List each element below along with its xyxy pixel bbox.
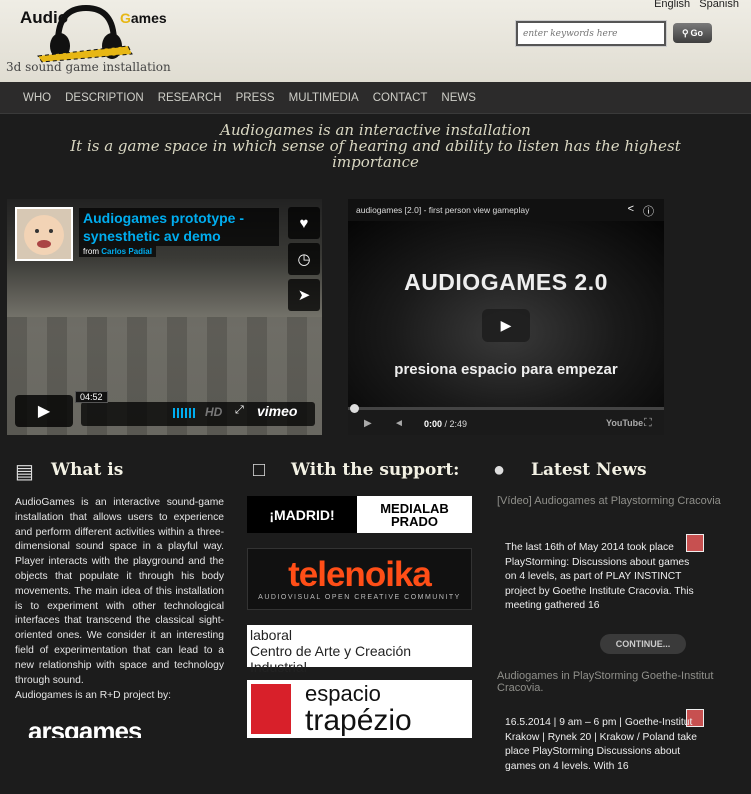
play-icon: ▶: [500, 317, 512, 333]
madrid-medialab-logo[interactable]: ¡MADRID! MEDIALAB PRADO: [247, 496, 472, 533]
telenoika-subtitle: AUDIOVISUAL OPEN CREATIVE COMMUNITY: [258, 594, 461, 601]
news-item-2-text: 16.5.2014 | 9 am – 6 pm | Goethe-Institu…: [505, 717, 697, 772]
telenoika-logo[interactable]: telenoika AUDIOVISUAL OPEN CREATIVE COMM…: [247, 548, 472, 610]
nav-item-multimedia[interactable]: MULTIMEDIA: [289, 92, 359, 104]
video-title[interactable]: audiogames [2.0] - first person view gam…: [356, 205, 529, 215]
from-label: from: [83, 247, 99, 256]
fullscreen-icon[interactable]: ⛶: [644, 417, 652, 430]
nav-item-press[interactable]: PRESS: [236, 92, 275, 104]
share-icon[interactable]: <: [628, 203, 634, 215]
nav-item-research[interactable]: RESEARCH: [158, 92, 222, 104]
espacio-trapezio-logo[interactable]: espacio trapézio: [247, 680, 472, 738]
tagline: 3d sound game installation: [6, 60, 171, 74]
speech-bubbles-icon: ●: [493, 459, 506, 481]
video-time: 0:00 / 2:49: [424, 419, 467, 429]
video-controls: ▶ ◄ 0:00 / 2:49 YouTube ⛶: [348, 404, 664, 435]
total-time: / 2:49: [444, 419, 468, 429]
video-big-text: AUDIOGAMES 2.0: [404, 269, 608, 295]
logo-games-initial: G: [120, 10, 131, 26]
laboral-name: laboral: [250, 627, 293, 643]
play-icon[interactable]: ▶: [364, 418, 372, 429]
video-sub-text: presiona espacio para empezar: [394, 361, 618, 378]
progress-handle[interactable]: [350, 404, 359, 413]
news-item-1-text: The last 16th of May 2014 took place Pla…: [505, 542, 694, 612]
play-button[interactable]: ▶: [15, 395, 73, 427]
main-nav: WHO DESCRIPTION RESEARCH PRESS MULTIMEDI…: [0, 82, 751, 114]
share-button[interactable]: ➤: [288, 279, 320, 311]
vimeo-video-player[interactable]: Audiogames prototype - synesthetic av de…: [7, 199, 322, 435]
video-time: 04:52: [75, 391, 108, 403]
search-box: [516, 21, 666, 46]
intro-line-1: Audiogames is an interactive installatio…: [220, 121, 531, 139]
lang-spanish[interactable]: Spanish: [699, 0, 739, 10]
telenoika-text: telenoika: [288, 555, 432, 594]
nav-item-contact[interactable]: CONTACT: [373, 92, 428, 104]
latest-news-title: Latest News: [531, 460, 647, 480]
site-logo[interactable]: Audio Games: [8, 2, 167, 64]
current-time: 0:00: [424, 419, 443, 429]
what-is-title: What is: [51, 460, 124, 480]
logo-games-rest: ames: [130, 10, 167, 26]
madrid-logo: ¡MADRID!: [247, 496, 357, 533]
what-is-text: AudioGames is an interactive sound-game …: [15, 497, 224, 686]
id-card-icon: ▤: [15, 461, 34, 483]
volume-icon[interactable]: ◄: [394, 418, 404, 429]
book-icon: [251, 684, 291, 734]
support-title: With the support:: [291, 460, 460, 480]
intro-text: Audiogames is an interactive installatio…: [0, 122, 751, 170]
arsgames-logo[interactable]: arsgames: [28, 716, 141, 738]
continue-button[interactable]: CONTINUE...: [600, 634, 686, 654]
chat-bubble-icon: □: [253, 459, 266, 481]
logo-games-text: Games: [120, 10, 167, 26]
hd-toggle[interactable]: HD: [205, 405, 222, 419]
nav-item-who[interactable]: WHO: [23, 92, 51, 104]
search-input[interactable]: [518, 23, 664, 45]
intro-line-2: It is a game space in which sense of hea…: [70, 137, 681, 171]
video-author: from Carlos Padial: [79, 246, 156, 257]
site-header: Audio Games 3d sound game installation E…: [0, 0, 751, 82]
medialab-logo: MEDIALAB PRADO: [380, 500, 449, 529]
rd-project-text: Audiogames is an R+D project by:: [15, 690, 171, 701]
clock-icon: ◷: [297, 251, 311, 268]
play-button[interactable]: ▶: [482, 309, 530, 342]
go-label: Go: [690, 28, 704, 38]
author-avatar[interactable]: [15, 207, 73, 261]
logo-audio-text: Audio: [20, 8, 69, 27]
author-link[interactable]: Carlos Padial: [101, 247, 152, 256]
search-go-button[interactable]: ⚲ Go: [673, 23, 712, 43]
trapezio-line-2: trapézio: [305, 704, 412, 737]
youtube-logo[interactable]: YouTube: [606, 418, 643, 428]
baby-face-icon: [24, 215, 64, 255]
nav-item-news[interactable]: NEWS: [441, 92, 476, 104]
volume-icon[interactable]: [173, 408, 195, 418]
video-title[interactable]: Audiogames prototype - synesthetic av de…: [79, 208, 279, 246]
language-switcher: English Spanish: [648, 0, 739, 10]
info-icon[interactable]: ⓘ: [643, 203, 654, 219]
watch-later-button[interactable]: ◷: [288, 243, 320, 275]
laboral-logo[interactable]: laboral Centro de Arte y Creación Indust…: [247, 625, 472, 675]
madrid-text: ¡MADRID!: [269, 506, 335, 523]
news-item-2-link[interactable]: Audiogames in PlayStorming Goethe-Instit…: [497, 670, 727, 694]
video-frame: AUDIOGAMES 2.0 presiona espacio para emp…: [348, 221, 664, 407]
vimeo-logo[interactable]: vimeo: [257, 403, 297, 419]
video-title-bar: audiogames [2.0] - first person view gam…: [348, 199, 664, 221]
search-icon: ⚲: [681, 27, 689, 38]
play-icon: ▶: [37, 403, 51, 420]
heart-icon: ♥: [299, 214, 309, 232]
like-button[interactable]: ♥: [288, 207, 320, 239]
paper-plane-icon: ➤: [297, 287, 311, 304]
nav-item-description[interactable]: DESCRIPTION: [65, 92, 144, 104]
youtube-video-player[interactable]: AUDIOGAMES 2.0 presiona espacio para emp…: [348, 199, 664, 435]
news-item-1-link[interactable]: [Vídeo] Audiogames at Playstorming Craco…: [497, 495, 727, 507]
laboral-subtitle: Centro de Arte y Creación Industrial: [250, 643, 412, 675]
fullscreen-icon[interactable]: ⤢: [235, 404, 244, 417]
lang-english[interactable]: English: [654, 0, 690, 10]
